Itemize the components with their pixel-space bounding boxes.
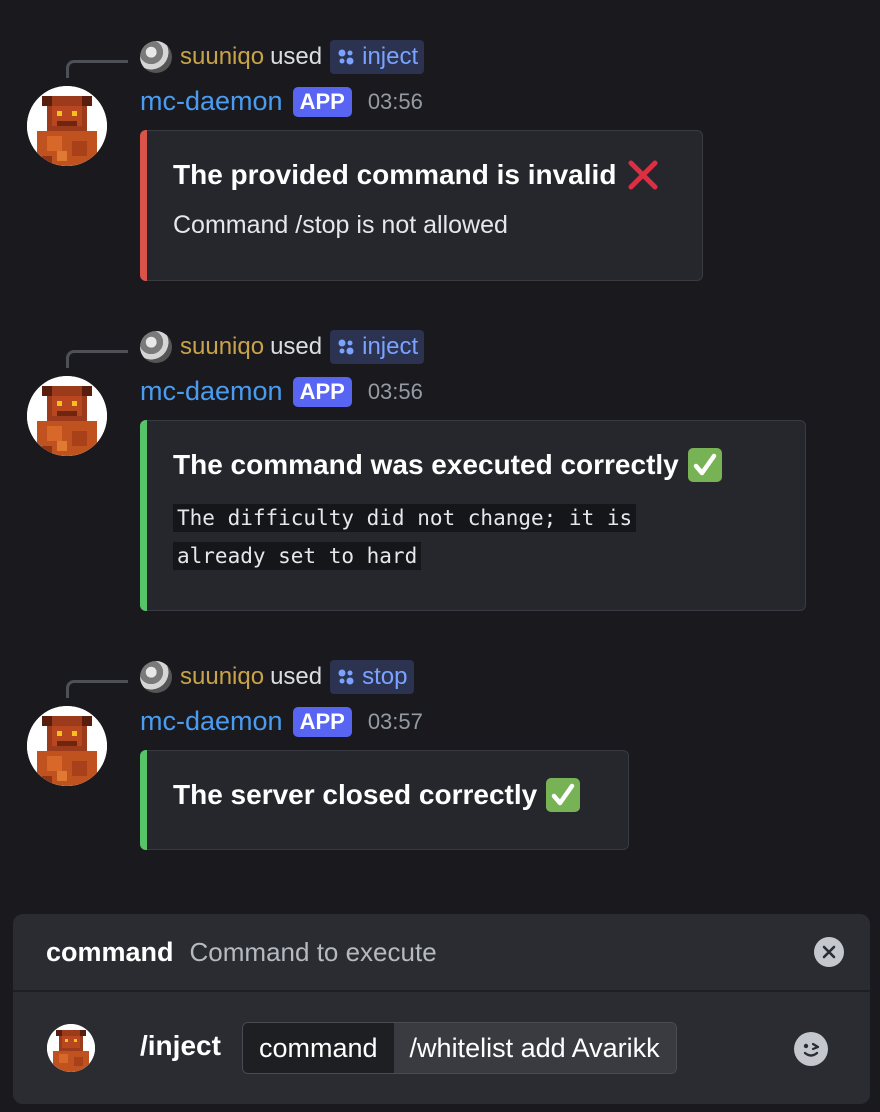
- message-header: mc-daemon APP 03:56: [140, 86, 423, 117]
- embed-title-text: The provided command is invalid: [173, 159, 617, 190]
- message-header: mc-daemon APP 03:57: [140, 706, 423, 737]
- bot-avatar[interactable]: [27, 706, 107, 786]
- message-3: suuniqo used stop mc-daemon APP 03:57 Th…: [0, 660, 880, 855]
- option-name: command: [46, 936, 174, 967]
- embed: The server closed correctly: [140, 750, 629, 850]
- embed-title-text: The command was executed correctly: [173, 449, 679, 480]
- option-description: Command to execute: [189, 936, 437, 967]
- bot-name[interactable]: mc-daemon: [140, 706, 283, 737]
- timestamp[interactable]: 03:56: [368, 89, 423, 115]
- command-pill-label: stop: [362, 663, 408, 690]
- embed-title-text: The server closed correctly: [173, 779, 538, 810]
- bot-avatar[interactable]: [27, 86, 107, 166]
- reply-used-label: used: [270, 663, 323, 690]
- bot-name[interactable]: mc-daemon: [140, 86, 283, 117]
- reply-user-avatar[interactable]: [140, 661, 172, 693]
- message-1: suuniqo used inject mc-daemon APP 03:56 …: [0, 40, 880, 285]
- check-mark-icon: [546, 778, 581, 812]
- slash-command-icon: [338, 49, 354, 65]
- embed-title: The provided command is invalid: [173, 155, 672, 195]
- embed: The command was executed correctly The d…: [140, 420, 806, 611]
- reply-user-avatar[interactable]: [140, 331, 172, 363]
- command-parameter[interactable]: command /whitelist add Avarikk: [242, 1022, 677, 1074]
- slash-command-name[interactable]: /inject: [140, 1030, 221, 1062]
- reply-user-avatar[interactable]: [140, 41, 172, 73]
- embed-title: The command was executed correctly: [173, 445, 775, 485]
- option-hint-row: command Command to execute: [13, 914, 870, 992]
- timestamp[interactable]: 03:56: [368, 379, 423, 405]
- check-mark-icon: [687, 448, 722, 482]
- code-line: The difficulty did not change; it is: [173, 504, 637, 532]
- app-badge: APP: [292, 706, 352, 737]
- app-badge: APP: [292, 86, 352, 117]
- chat-log: suuniqo used inject mc-daemon APP 03:56 …: [0, 0, 880, 900]
- message-header: mc-daemon APP 03:56: [140, 376, 423, 407]
- emoji-picker-icon[interactable]: [794, 1032, 828, 1066]
- reply-context[interactable]: suuniqo used inject: [140, 330, 425, 364]
- bot-avatar[interactable]: [27, 376, 107, 456]
- reply-context[interactable]: suuniqo used inject: [140, 40, 425, 74]
- close-icon[interactable]: [814, 937, 844, 967]
- command-pill[interactable]: inject: [330, 40, 425, 74]
- timestamp[interactable]: 03:57: [368, 709, 423, 735]
- command-pill[interactable]: inject: [330, 330, 425, 364]
- reply-used-label: used: [270, 333, 323, 360]
- parameter-name[interactable]: command: [243, 1023, 394, 1073]
- command-pill-label: inject: [362, 333, 419, 360]
- slash-command-icon: [338, 339, 354, 355]
- embed-code-block: The difficulty did not change; it is alr…: [173, 499, 775, 575]
- parameter-value[interactable]: /whitelist add Avarikk: [393, 1023, 676, 1073]
- slash-command-icon: [338, 669, 354, 685]
- bot-avatar: [47, 1024, 95, 1072]
- reply-context[interactable]: suuniqo used stop: [140, 660, 414, 694]
- command-panel: command Command to execute /inject comma…: [13, 914, 870, 1104]
- message-input[interactable]: /inject command /whitelist add Avarikk: [13, 992, 870, 1104]
- reply-connector: [66, 60, 128, 78]
- command-pill[interactable]: stop: [330, 660, 414, 694]
- reply-connector: [66, 350, 128, 368]
- message-2: suuniqo used inject mc-daemon APP 03:56 …: [0, 330, 880, 615]
- embed-title: The server closed correctly: [173, 775, 598, 815]
- command-pill-label: inject: [362, 43, 419, 70]
- reply-used-label: used: [270, 43, 323, 70]
- cross-mark-icon: [628, 160, 658, 190]
- embed-description: Command /stop is not allowed: [173, 211, 508, 239]
- code-line: already set to hard: [173, 542, 422, 570]
- embed: The provided command is invalid Command …: [140, 130, 703, 281]
- reply-username[interactable]: suuniqo: [180, 663, 264, 691]
- reply-username[interactable]: suuniqo: [180, 333, 264, 361]
- reply-username[interactable]: suuniqo: [180, 43, 264, 71]
- reply-connector: [66, 680, 128, 698]
- bot-name[interactable]: mc-daemon: [140, 376, 283, 407]
- app-badge: APP: [292, 376, 352, 407]
